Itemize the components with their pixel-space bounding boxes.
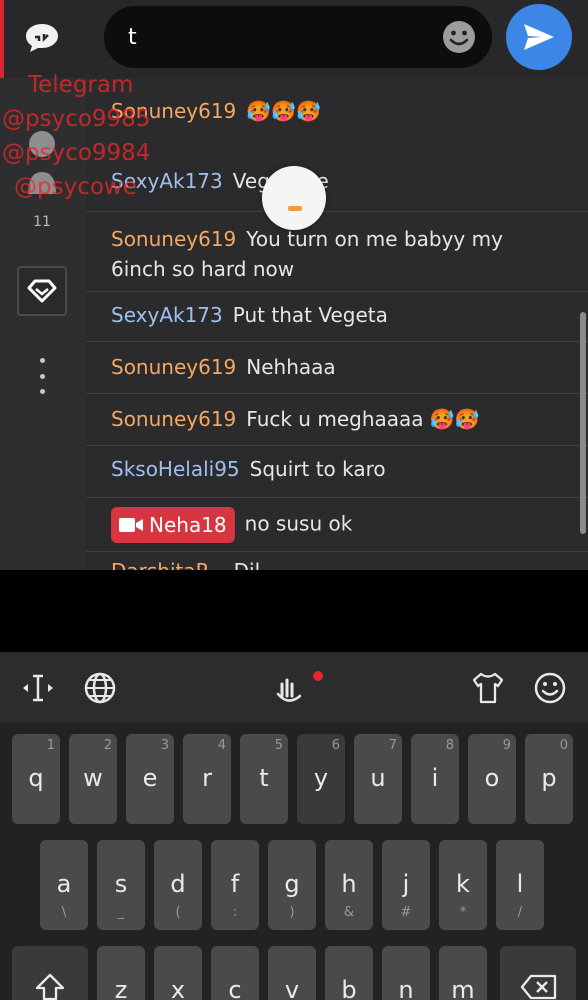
key-b[interactable]: b [325,946,373,1000]
key-t[interactable]: 5t [240,734,288,824]
key-n[interactable]: n [382,946,430,1000]
message-username[interactable]: Sonuney619 [111,355,236,379]
chat-message-list[interactable]: Sonuney619🥵🥵🥵 SexyAk173Vegeta re Sonuney… [86,78,588,570]
key-z[interactable]: z [97,946,145,1000]
shift-key[interactable] [12,946,88,1000]
voice-input-icon[interactable] [274,670,324,706]
chat-message: Neha18 no susu ok [86,498,588,552]
watermark-text: @psycowe [14,174,137,200]
loading-indicator [262,166,326,230]
globe-icon[interactable] [82,670,118,706]
key-u[interactable]: 7u [354,734,402,824]
chat-scrollbar[interactable] [580,312,586,534]
chat-message: SexyAk173Vegeta re [86,166,588,212]
accent-stripe [0,0,4,78]
key-w[interactable]: 2w [69,734,117,824]
watermark-text: @psyco9985 [2,106,151,132]
key-s[interactable]: s _ [97,840,145,930]
key-y[interactable]: 6y [297,734,345,824]
chat-message: Sonuney619 Nehhaaa [86,342,588,394]
onscreen-keyboard: 1q 2w 3e 4r 5t 6y 7u 8i 9o 0p a \ s _ d( f… [0,652,588,1000]
send-arrow-icon [524,24,554,50]
live-chat-app: 11 Sonuney619🥵🥵🥵 SexyAk173Vegeta re Sonu… [0,0,588,570]
message-text: Dil... [234,559,280,570]
key-l[interactable]: l / [496,840,544,930]
key-r[interactable]: 4r [183,734,231,824]
key-o[interactable]: 9o [468,734,516,824]
chat-message: SksoHelali95 Squirt to karo [86,446,588,498]
message-text: 🥵🥵🥵 [246,99,321,123]
key-k[interactable]: k * [439,840,487,930]
key-d[interactable]: d( [154,840,202,930]
theme-shirt-icon[interactable] [470,670,506,706]
key-m[interactable]: m [439,946,487,1000]
message-text: Nehhaaa [246,355,336,379]
watermark-text: Telegram [28,72,134,98]
chat-bubble-icon[interactable] [20,16,64,60]
message-username[interactable]: Sonuney619 [111,407,236,431]
message-input-container [104,6,492,68]
message-text: Fuck u meghaaaa 🥵🥵 [246,407,480,431]
message-text: Put that Vegeta [232,303,388,327]
key-h[interactable]: h & [325,840,373,930]
key-a[interactable]: a \ [40,840,88,930]
more-options-icon[interactable] [30,358,54,394]
chat-message: DarshitaP... Dil... [86,556,588,570]
key-j[interactable]: j # [382,840,430,930]
text-cursor-icon[interactable] [20,670,56,706]
emoji-keyboard-icon[interactable] [532,670,568,706]
message-username: Neha18 [149,513,227,537]
key-v[interactable]: v [268,946,316,1000]
viewer-count: 11 [33,214,51,230]
chat-message: Sonuney619 🥵🥵🥵 [86,96,588,142]
key-c[interactable]: c [211,946,259,1000]
message-text: Squirt to karo [249,457,386,481]
chat-message: Sonuney619 Fuck u meghaaaa 🥵🥵 [86,394,588,446]
message-username[interactable]: SexyAk173 [111,303,223,327]
key-f[interactable]: f: [211,840,259,930]
chat-message: SexyAk173 Put that Vegeta [86,292,588,342]
message-input[interactable] [128,6,428,68]
chat-composer-bar [0,0,588,78]
key-x[interactable]: x [154,946,202,1000]
emoji-icon[interactable] [442,20,476,54]
send-button[interactable] [506,4,572,70]
video-camera-icon [119,518,143,532]
message-username[interactable]: Sonuney619 [111,227,236,251]
broadcaster-badge[interactable]: Neha18 [111,507,235,543]
message-text: no susu ok [244,511,353,536]
message-username[interactable]: SksoHelali95 [111,457,240,481]
backspace-icon [520,974,557,1000]
key-p[interactable]: 0p [525,734,573,824]
keyboard-toolbar [0,652,588,722]
watermark-text: @psyco9984 [2,140,151,166]
key-e[interactable]: 3e [126,734,174,824]
key-q[interactable]: 1q [12,734,60,824]
chat-message: Sonuney619 You turn on me babyy my 6inch … [86,216,588,292]
gem-icon[interactable] [17,266,67,316]
backspace-key[interactable] [500,946,576,1000]
keyboard-keys: 1q 2w 3e 4r 5t 6y 7u 8i 9o 0p a \ s _ d( f… [0,722,588,1000]
shift-arrow-icon [35,973,65,1000]
key-g[interactable]: g) [268,840,316,930]
message-username[interactable]: DarshitaP... [111,559,224,570]
key-i[interactable]: 8i [411,734,459,824]
